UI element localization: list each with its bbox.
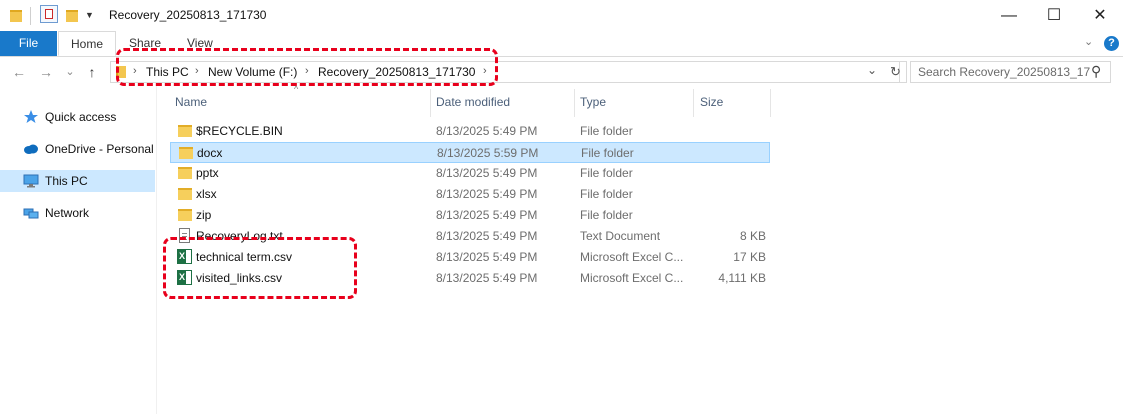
search-icon[interactable]: ⚲ — [1091, 63, 1101, 80]
sidebar-item-label: OneDrive - Personal — [45, 142, 154, 156]
file-type: File folder — [580, 166, 633, 180]
sidebar-item-label: This PC — [45, 174, 88, 188]
column-header-date[interactable]: Date modified — [436, 95, 510, 109]
column-header-size[interactable]: Size — [700, 95, 723, 109]
column-divider[interactable] — [770, 89, 771, 117]
close-button[interactable]: ✕ — [1077, 0, 1123, 31]
file-name: zip — [196, 208, 212, 222]
file-date: 8/13/2025 5:49 PM — [436, 229, 538, 243]
network-icon — [23, 208, 39, 219]
folder-icon — [178, 167, 192, 179]
expand-ribbon-icon[interactable]: ⌄ — [1084, 35, 1093, 48]
column-divider[interactable] — [574, 89, 575, 117]
recent-locations-button[interactable]: ⌄ — [60, 62, 80, 82]
file-name: $RECYCLE.BIN — [196, 124, 283, 138]
star-icon — [24, 110, 38, 123]
sidebar-item-network[interactable]: Network — [0, 202, 155, 224]
sidebar-item-quick-access[interactable]: Quick access — [0, 106, 155, 128]
file-size: 4,111 KB — [718, 271, 766, 285]
file-date: 8/13/2025 5:49 PM — [436, 208, 538, 222]
column-header-type[interactable]: Type — [580, 95, 606, 109]
refresh-button[interactable]: ↻ — [885, 61, 907, 83]
sidebar-item-label: Network — [45, 206, 90, 220]
file-date: 8/13/2025 5:49 PM — [436, 166, 538, 180]
forward-button[interactable]: → — [36, 62, 56, 82]
customize-toolbar-icon[interactable]: ▼ — [85, 10, 94, 20]
file-name: docx — [197, 146, 223, 160]
address-dropdown-icon[interactable]: ⌄ — [867, 63, 877, 77]
address-highlight-annotation — [116, 48, 498, 86]
folder-icon — [178, 209, 192, 221]
folder-icon — [10, 10, 22, 22]
tab-file[interactable]: File — [0, 31, 57, 56]
csv-files-highlight-annotation — [163, 237, 357, 299]
file-date: 8/13/2025 5:59 PM — [437, 146, 539, 160]
window-title: Recovery_20250813_171730 — [109, 8, 267, 22]
sort-indicator-icon: ^ — [294, 84, 299, 94]
file-type: File folder — [580, 208, 633, 222]
sidebar-item-onedrive[interactable]: OneDrive - Personal — [0, 138, 155, 160]
file-date: 8/13/2025 5:49 PM — [436, 250, 538, 264]
column-header-name[interactable]: Name — [175, 95, 207, 109]
file-date: 8/13/2025 5:49 PM — [436, 124, 538, 138]
file-type: Text Document — [580, 229, 661, 243]
folder-icon — [179, 147, 193, 159]
file-date: 8/13/2025 5:49 PM — [436, 271, 538, 285]
navigation-pane: Quick access OneDrive - Personal This PC… — [0, 86, 157, 414]
file-row[interactable]: zip 8/13/2025 5:49 PM File folder — [170, 205, 770, 226]
file-type: File folder — [580, 187, 633, 201]
maximize-button[interactable]: ☐ — [1031, 0, 1077, 31]
minimize-button[interactable]: — — [986, 0, 1032, 31]
file-type: File folder — [581, 146, 634, 160]
file-date: 8/13/2025 5:49 PM — [436, 187, 538, 201]
title-bar: ▼ Recovery_20250813_171730 — ☐ ✕ — [0, 0, 1123, 31]
tab-home[interactable]: Home — [58, 31, 117, 56]
sidebar-item-label: Quick access — [45, 110, 117, 124]
file-row[interactable]: $RECYCLE.BIN 8/13/2025 5:49 PM File fold… — [170, 121, 770, 142]
search-input[interactable]: Search Recovery_20250813_17... — [918, 65, 1090, 79]
new-folder-icon[interactable] — [66, 10, 78, 22]
column-divider[interactable] — [693, 89, 694, 117]
back-button[interactable]: ← — [9, 62, 29, 82]
up-button[interactable]: ↑ — [82, 62, 102, 82]
file-type: File folder — [580, 124, 633, 138]
search-box[interactable]: Search Recovery_20250813_17... ⚲ — [910, 61, 1111, 83]
folder-icon — [178, 188, 192, 200]
monitor-icon — [23, 174, 39, 188]
file-size: 17 KB — [733, 250, 766, 264]
column-divider[interactable] — [430, 89, 431, 117]
folder-icon — [178, 125, 192, 137]
file-row[interactable]: pptx 8/13/2025 5:49 PM File folder — [170, 163, 770, 184]
file-row[interactable]: xlsx 8/13/2025 5:49 PM File folder — [170, 184, 770, 205]
file-type: Microsoft Excel C... — [580, 250, 684, 264]
sidebar-item-this-pc[interactable]: This PC — [0, 170, 155, 192]
file-name: xlsx — [196, 187, 217, 201]
cloud-icon — [24, 144, 38, 154]
properties-icon[interactable] — [40, 5, 58, 23]
file-size: 8 KB — [739, 229, 766, 243]
file-row[interactable]: docx 8/13/2025 5:59 PM File folder — [170, 142, 770, 163]
file-type: Microsoft Excel C... — [580, 271, 684, 285]
file-name: pptx — [196, 166, 219, 180]
quick-access-separator — [30, 7, 31, 25]
help-icon[interactable]: ? — [1104, 36, 1119, 51]
